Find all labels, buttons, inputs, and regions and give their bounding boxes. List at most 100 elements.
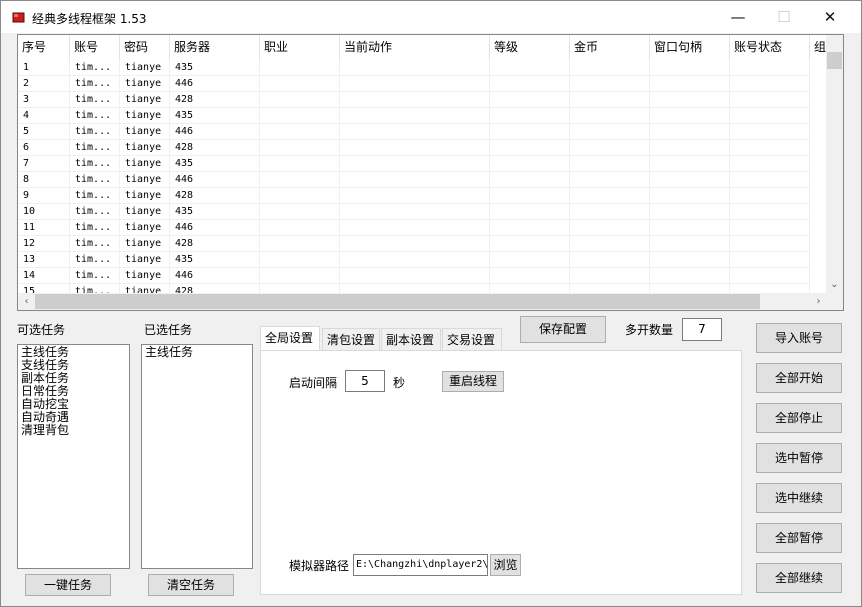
table-cell xyxy=(570,220,650,236)
table-row[interactable]: 7 tim... tianye 435 xyxy=(18,156,828,172)
column-header[interactable]: 服务器 xyxy=(170,35,260,60)
table-cell: tim... xyxy=(70,140,120,156)
table-cell xyxy=(260,204,340,220)
table-row[interactable]: 10 tim... tianye 435 xyxy=(18,204,828,220)
table-cell xyxy=(340,188,490,204)
horizontal-scroll-thumb[interactable] xyxy=(35,294,760,309)
column-header[interactable]: 等级 xyxy=(490,35,570,60)
maximize-button[interactable]: ☐ xyxy=(761,1,807,33)
column-header[interactable]: 账号状态 xyxy=(730,35,810,60)
scroll-left-icon[interactable]: ‹ xyxy=(18,293,35,310)
table-cell xyxy=(260,156,340,172)
task-list-item[interactable]: 清理背包 xyxy=(21,424,126,437)
table-cell: tianye xyxy=(120,60,170,76)
table-cell xyxy=(260,236,340,252)
table-cell xyxy=(260,92,340,108)
table-cell xyxy=(650,252,730,268)
table-cell xyxy=(570,108,650,124)
vertical-scrollbar[interactable]: ⌄ xyxy=(826,35,843,293)
action-button[interactable]: 导入账号 xyxy=(756,323,842,353)
horizontal-scrollbar[interactable]: ‹ › xyxy=(18,293,843,310)
table-cell: 2 xyxy=(18,76,70,92)
emulator-path-label: 模拟器路径 xyxy=(289,559,350,573)
close-button[interactable]: ✕ xyxy=(807,1,853,33)
column-header[interactable]: 窗口句柄 xyxy=(650,35,730,60)
table-cell xyxy=(650,60,730,76)
table-cell: tim... xyxy=(70,108,120,124)
settings-tab[interactable]: 交易设置 xyxy=(442,328,502,350)
column-header[interactable]: 职业 xyxy=(260,35,340,60)
table-cell xyxy=(730,92,810,108)
table-cell xyxy=(570,140,650,156)
table-cell xyxy=(490,60,570,76)
table-cell: 435 xyxy=(170,60,260,76)
table-cell: tim... xyxy=(70,92,120,108)
table-cell xyxy=(340,252,490,268)
table-row[interactable]: 12 tim... tianye 428 xyxy=(18,236,828,252)
table-cell xyxy=(340,92,490,108)
multi-count-label: 多开数量 xyxy=(625,323,674,337)
table-cell xyxy=(570,124,650,140)
selected-tasks-list[interactable]: 主线任务 xyxy=(141,344,253,569)
column-header[interactable]: 账号 xyxy=(70,35,120,60)
table-cell xyxy=(340,268,490,284)
table-cell xyxy=(570,156,650,172)
table-cell: 428 xyxy=(170,140,260,156)
minimize-button[interactable]: — xyxy=(715,1,761,33)
table-row[interactable]: 13 tim... tianye 435 xyxy=(18,252,828,268)
scroll-down-icon[interactable]: ⌄ xyxy=(826,276,843,293)
action-button[interactable]: 全部继续 xyxy=(756,563,842,593)
table-cell: tim... xyxy=(70,252,120,268)
table-cell: 435 xyxy=(170,204,260,220)
multi-count-input[interactable]: 7 xyxy=(682,318,722,341)
table-cell: 446 xyxy=(170,172,260,188)
table-cell xyxy=(650,76,730,92)
column-header[interactable]: 密码 xyxy=(120,35,170,60)
one-click-task-button[interactable]: 一键任务 xyxy=(25,574,111,596)
settings-tab[interactable]: 全局设置 xyxy=(260,326,320,350)
emulator-path-input[interactable]: E:\Changzhi\dnplayer2\ xyxy=(353,554,488,576)
table-cell: tianye xyxy=(120,252,170,268)
table-row[interactable]: 5 tim... tianye 446 xyxy=(18,124,828,140)
table-cell: 5 xyxy=(18,124,70,140)
table-row[interactable]: 6 tim... tianye 428 xyxy=(18,140,828,156)
restart-threads-button[interactable]: 重启线程 xyxy=(442,371,504,392)
action-button[interactable]: 全部暂停 xyxy=(756,523,842,553)
table-cell: tim... xyxy=(70,156,120,172)
settings-tab[interactable]: 副本设置 xyxy=(381,328,441,350)
table-row[interactable]: 2 tim... tianye 446 xyxy=(18,76,828,92)
action-button[interactable]: 选中继续 xyxy=(756,483,842,513)
action-button[interactable]: 全部停止 xyxy=(756,403,842,433)
scroll-right-icon[interactable]: › xyxy=(810,293,827,310)
save-config-button[interactable]: 保存配置 xyxy=(520,316,606,343)
table-cell: tianye xyxy=(120,92,170,108)
table-cell xyxy=(490,268,570,284)
table-cell xyxy=(340,204,490,220)
vertical-scroll-thumb[interactable] xyxy=(827,52,842,69)
clear-tasks-button[interactable]: 清空任务 xyxy=(148,574,234,596)
table-cell: 7 xyxy=(18,156,70,172)
action-button[interactable]: 全部开始 xyxy=(756,363,842,393)
column-header[interactable]: 当前动作 xyxy=(340,35,490,60)
available-tasks-list[interactable]: 主线任务 支线任务 副本任务 日常任务 自动挖宝 自动奇遇 清理背包 xyxy=(17,344,130,569)
settings-tab[interactable]: 清包设置 xyxy=(322,328,380,350)
table-row[interactable]: 8 tim... tianye 446 xyxy=(18,172,828,188)
task-list-item[interactable]: 主线任务 xyxy=(145,346,249,359)
table-cell xyxy=(730,252,810,268)
table-row[interactable]: 14 tim... tianye 446 xyxy=(18,268,828,284)
table-row[interactable]: 4 tim... tianye 435 xyxy=(18,108,828,124)
table-cell xyxy=(570,172,650,188)
column-header[interactable]: 金币 xyxy=(570,35,650,60)
account-table[interactable]: 序号 账号 密码 服务器 职业 当前动作 等级 金币 窗口句柄 账号状态组 1 tim... tian… xyxy=(17,34,844,311)
table-cell xyxy=(490,124,570,140)
start-interval-input[interactable]: 5 xyxy=(345,370,385,392)
browse-button[interactable]: 浏览 xyxy=(490,554,521,576)
table-cell xyxy=(650,268,730,284)
table-row[interactable]: 1 tim... tianye 435 xyxy=(18,60,828,76)
table-row[interactable]: 3 tim... tianye 428 xyxy=(18,92,828,108)
table-row[interactable]: 11 tim... tianye 446 xyxy=(18,220,828,236)
table-row[interactable]: 9 tim... tianye 428 xyxy=(18,188,828,204)
table-cell xyxy=(340,108,490,124)
column-header[interactable]: 序号 xyxy=(18,35,70,60)
action-button[interactable]: 选中暂停 xyxy=(756,443,842,473)
